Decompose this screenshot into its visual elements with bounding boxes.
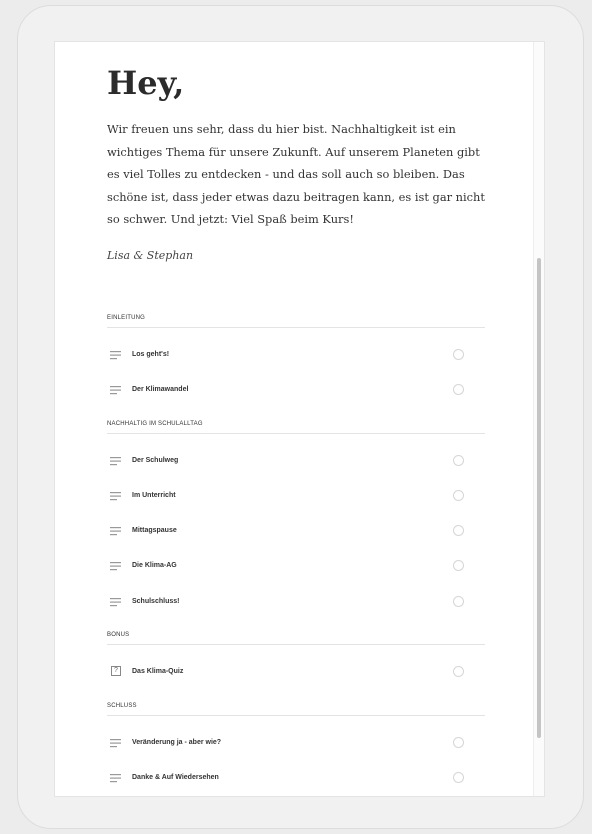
text-lines-icon bbox=[110, 492, 121, 501]
device-background: Hey, Wir freuen uns sehr, dass du hier b… bbox=[0, 0, 592, 834]
lesson-item[interactable]: Danke & Auf Wiedersehen bbox=[107, 770, 485, 790]
text-lines-icon bbox=[110, 562, 121, 571]
lesson-label: Der Schulweg bbox=[132, 457, 179, 464]
scrollbar[interactable] bbox=[533, 42, 544, 796]
completion-radio[interactable] bbox=[453, 455, 464, 466]
lesson-label: Das Klima-Quiz bbox=[132, 668, 184, 675]
signature: Lisa & Stephan bbox=[107, 249, 194, 262]
intro-text: Wir freuen uns sehr, dass du hier bist. … bbox=[107, 122, 485, 226]
lesson-item[interactable]: ? Das Klima-Quiz bbox=[107, 664, 485, 684]
lesson-item[interactable]: Schulschluss! bbox=[107, 594, 485, 614]
completion-radio[interactable] bbox=[453, 596, 464, 607]
page-title: Hey, bbox=[107, 64, 185, 102]
lesson-label: Los geht's! bbox=[132, 351, 170, 358]
completion-radio[interactable] bbox=[453, 560, 464, 571]
section-header-bonus: BONUS bbox=[107, 632, 485, 645]
lesson-item[interactable]: Die Klima-AG bbox=[107, 558, 485, 578]
lesson-label: Der Klimawandel bbox=[132, 386, 189, 393]
lesson-label: Veränderung ja - aber wie? bbox=[132, 739, 222, 746]
lesson-label: Danke & Auf Wiedersehen bbox=[132, 774, 219, 781]
section-header-schluss: SCHLUSS bbox=[107, 703, 485, 716]
text-lines-icon bbox=[110, 386, 121, 395]
lesson-label: Im Unterricht bbox=[132, 492, 176, 499]
text-lines-icon bbox=[110, 457, 121, 466]
text-lines-icon bbox=[110, 598, 121, 607]
completion-radio[interactable] bbox=[453, 490, 464, 501]
section-header-nachhaltig-im-schulalltag: NACHHALTIG IM SCHULALLTAG bbox=[107, 421, 485, 434]
lesson-label: Die Klima-AG bbox=[132, 562, 177, 569]
section-header-einleitung: EINLEITUNG bbox=[107, 315, 485, 328]
lesson-item[interactable]: Im Unterricht bbox=[107, 488, 485, 508]
scrollbar-thumb[interactable] bbox=[537, 258, 541, 738]
lesson-item[interactable]: Los geht's! bbox=[107, 347, 485, 367]
text-lines-icon bbox=[110, 739, 121, 748]
lesson-item[interactable]: Veränderung ja - aber wie? bbox=[107, 735, 485, 755]
text-lines-icon bbox=[110, 774, 121, 783]
quiz-icon: ? bbox=[111, 666, 121, 676]
text-lines-icon bbox=[110, 351, 121, 360]
text-lines-icon bbox=[110, 527, 121, 536]
course-page[interactable]: Hey, Wir freuen uns sehr, dass du hier b… bbox=[54, 41, 545, 797]
lesson-item[interactable]: Mittagspause bbox=[107, 523, 485, 543]
completion-radio[interactable] bbox=[453, 666, 464, 677]
lesson-item[interactable]: Der Klimawandel bbox=[107, 382, 485, 402]
lesson-item[interactable]: Der Schulweg bbox=[107, 453, 485, 473]
lesson-label: Schulschluss! bbox=[132, 598, 180, 605]
completion-radio[interactable] bbox=[453, 349, 464, 360]
completion-radio[interactable] bbox=[453, 384, 464, 395]
completion-radio[interactable] bbox=[453, 525, 464, 536]
completion-radio[interactable] bbox=[453, 737, 464, 748]
completion-radio[interactable] bbox=[453, 772, 464, 783]
lesson-label: Mittagspause bbox=[132, 527, 177, 534]
